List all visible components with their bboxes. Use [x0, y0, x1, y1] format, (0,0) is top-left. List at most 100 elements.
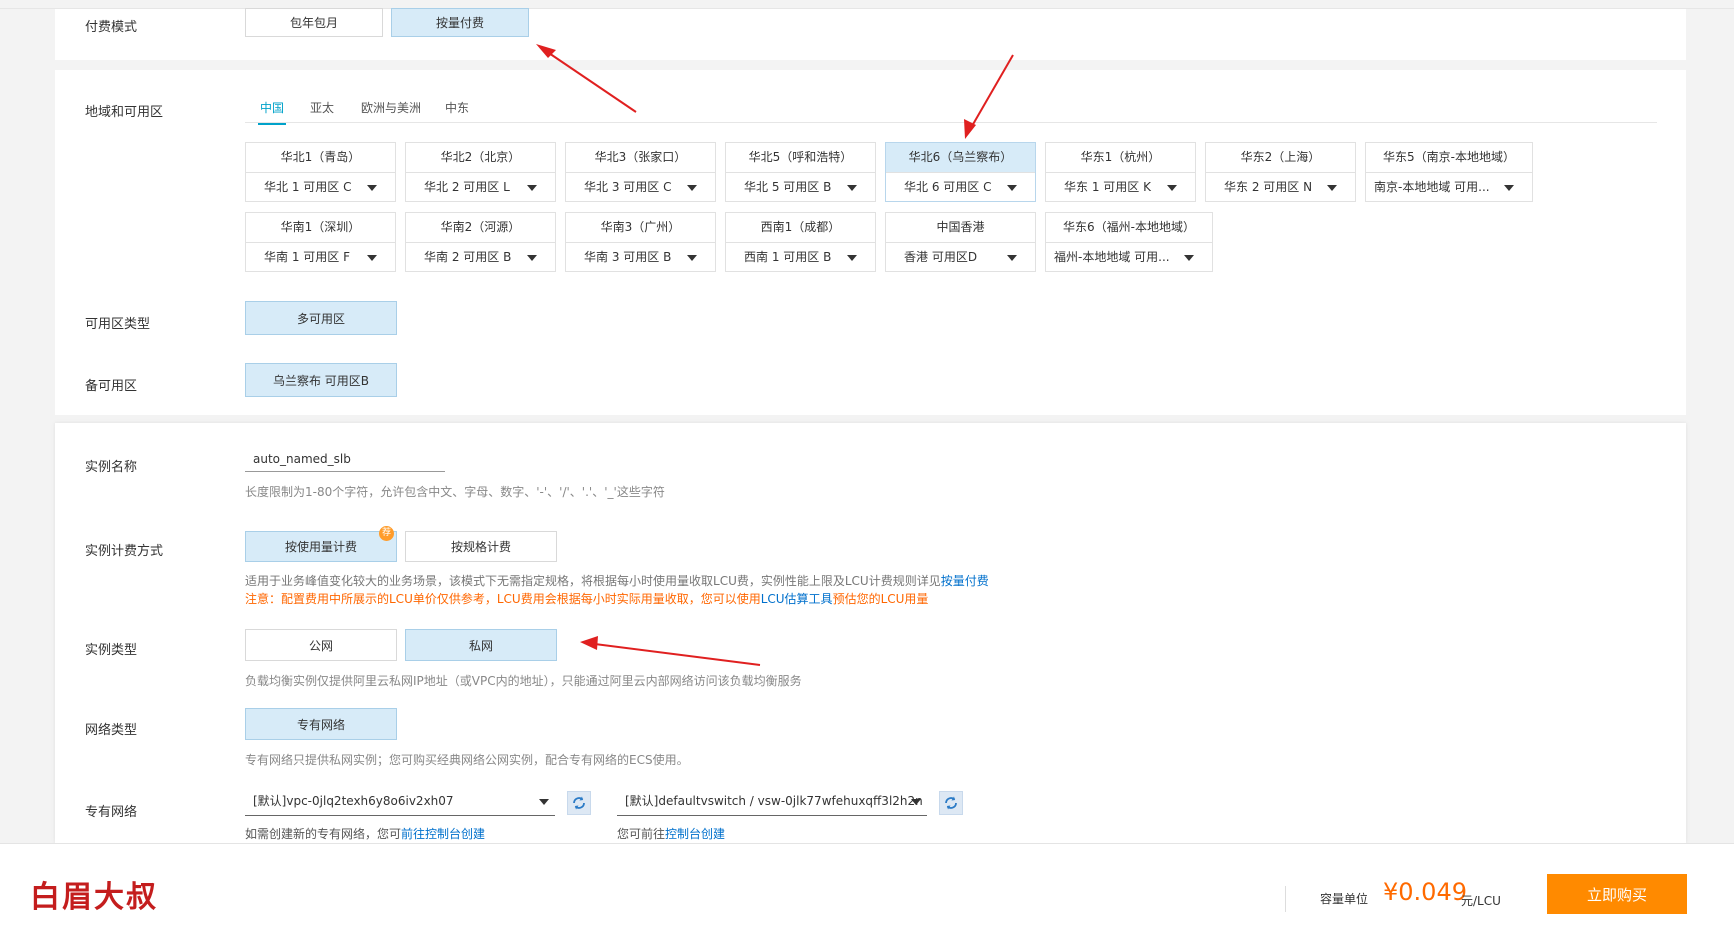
- zone-title[interactable]: 华东6（福州-本地地域）: [1046, 213, 1212, 243]
- network-type-hint: 专有网络只提供私网实例；您可购买经典网络公网实例，配合专有网络的ECS使用。: [245, 753, 689, 767]
- zone-select[interactable]: 华北 5 可用区 B: [726, 173, 875, 202]
- zone-title[interactable]: 华南2（河源）: [406, 213, 555, 243]
- billing-option-pay-as-you-go[interactable]: 按量付费: [391, 8, 529, 37]
- zone-select[interactable]: 华南 2 可用区 B: [406, 243, 555, 272]
- instance-name-label: 实例名称: [85, 460, 138, 475]
- zone-select[interactable]: 华北 1 可用区 C: [246, 173, 395, 202]
- zone-title[interactable]: 华东2（上海）: [1206, 143, 1355, 173]
- price-value: ¥0.049: [1383, 878, 1467, 906]
- tab-middle-east[interactable]: 中东: [445, 99, 469, 116]
- footer-divider: [1285, 886, 1286, 912]
- zone-select-value: 华北 3 可用区 C: [584, 180, 672, 194]
- zone-card-guangzhou[interactable]: 华南3（广州） 华南 3 可用区 B: [565, 212, 716, 272]
- zone-card-beijing[interactable]: 华北2（北京） 华北 2 可用区 L: [405, 142, 556, 202]
- vswitch-select-value: [默认]defaultvswitch / vsw-0jlk77wfehuxqff…: [625, 794, 923, 808]
- zone-title[interactable]: 华北3（张家口）: [566, 143, 715, 173]
- zone-card-huhehaote[interactable]: 华北5（呼和浩特） 华北 5 可用区 B: [725, 142, 876, 202]
- zone-select-value: 华南 1 可用区 F: [264, 250, 350, 264]
- caret-down-icon: [1184, 255, 1194, 261]
- zone-select-value: 西南 1 可用区 B: [744, 250, 832, 264]
- zone-type-option[interactable]: 多可用区: [245, 301, 397, 335]
- zone-select[interactable]: 华东 1 可用区 K: [1046, 173, 1195, 202]
- zone-card-shenzhen[interactable]: 华南1（深圳） 华南 1 可用区 F: [245, 212, 396, 272]
- backup-zone-option[interactable]: 乌兰察布 可用区B: [245, 363, 397, 397]
- zone-title[interactable]: 华东5（南京-本地地域）: [1366, 143, 1532, 173]
- refresh-icon: [573, 796, 585, 810]
- zone-select-value: 华东 2 可用区 N: [1224, 180, 1313, 194]
- capacity-unit-label: 容量单位: [1320, 892, 1369, 906]
- instance-name-hint: 长度限制为1-80个字符，允许包含中文、字母、数字、'-'、'/'、'.'、'_…: [245, 485, 665, 499]
- tab-europe-americas[interactable]: 欧洲与美洲: [361, 99, 421, 116]
- region-label: 地域和可用区: [85, 105, 164, 120]
- billing-mode-section: 付费模式 包年包月 按量付费: [55, 8, 1686, 60]
- pay-as-you-go-link[interactable]: 按量付费: [941, 574, 989, 588]
- caret-down-icon: [539, 799, 549, 805]
- tab-asia-pacific[interactable]: 亚太: [310, 99, 334, 116]
- zone-card-hongkong[interactable]: 中国香港 香港 可用区D: [885, 212, 1036, 272]
- refresh-icon: [945, 796, 957, 810]
- zone-card-zhangjiakou[interactable]: 华北3（张家口） 华北 3 可用区 C: [565, 142, 716, 202]
- billing-mode-label: 付费模式: [85, 20, 138, 35]
- billing-option-subscription[interactable]: 包年包月: [245, 8, 383, 37]
- instance-section: 实例名称 auto_named_slb 长度限制为1-80个字符，允许包含中文、…: [55, 423, 1686, 843]
- zone-card-qingdao[interactable]: 华北1（青岛） 华北 1 可用区 C: [245, 142, 396, 202]
- zone-select-value: 华北 5 可用区 B: [744, 180, 832, 194]
- zone-select-value: 华南 3 可用区 B: [584, 250, 672, 264]
- zone-title[interactable]: 华北6（乌兰察布）: [886, 143, 1035, 173]
- region-section: 地域和可用区 中国 亚太 欧洲与美洲 中东 华北1（青岛） 华北 1 可用区 C…: [55, 70, 1686, 415]
- recommend-badge: 荐: [379, 526, 394, 541]
- zone-card-heyuan[interactable]: 华南2（河源） 华南 2 可用区 B: [405, 212, 556, 272]
- buy-now-button[interactable]: 立即购买: [1547, 874, 1687, 914]
- vpc-hint: 如需创建新的专有网络，您可前往控制台创建: [245, 825, 485, 842]
- create-vpc-link[interactable]: 前往控制台创建: [401, 827, 485, 841]
- zone-title[interactable]: 华北1（青岛）: [246, 143, 395, 173]
- zone-select[interactable]: 华北 3 可用区 C: [566, 173, 715, 202]
- vpc-select-value: [默认]vpc-0jlq2texh6y8o6iv2xh07: [253, 794, 454, 808]
- zone-card-chengdu[interactable]: 西南1（成都） 西南 1 可用区 B: [725, 212, 876, 272]
- billing-warning-text: 注意：配置费用中所展示的LCU单价仅供参考，LCU费用会根据每小时实际用量收取，…: [245, 592, 761, 606]
- instance-name-input[interactable]: auto_named_slb: [245, 448, 445, 472]
- zone-card-fuzhou[interactable]: 华东6（福州-本地地域） 福州-本地地域 可用...: [1045, 212, 1213, 272]
- instance-type-private-button[interactable]: 私网: [405, 629, 557, 661]
- zone-select[interactable]: 华南 3 可用区 B: [566, 243, 715, 272]
- zone-select[interactable]: 华北 2 可用区 L: [406, 173, 555, 202]
- zone-title[interactable]: 西南1（成都）: [726, 213, 875, 243]
- zone-select-value: 福州-本地地域 可用...: [1054, 250, 1170, 264]
- zone-title[interactable]: 华南1（深圳）: [246, 213, 395, 243]
- price-unit: 元/LCU: [1461, 894, 1501, 908]
- zone-select-value: 华东 1 可用区 K: [1064, 180, 1151, 194]
- zone-title[interactable]: 华北5（呼和浩特）: [726, 143, 875, 173]
- billing-by-spec-button[interactable]: 按规格计费: [405, 531, 557, 562]
- instance-type-public-button[interactable]: 公网: [245, 629, 397, 661]
- zone-title[interactable]: 中国香港: [886, 213, 1035, 243]
- lcu-estimator-link[interactable]: LCU估算工具: [761, 592, 833, 606]
- network-type-label: 网络类型: [85, 723, 138, 738]
- create-vswitch-link[interactable]: 控制台创建: [665, 827, 725, 841]
- tab-china[interactable]: 中国: [257, 99, 287, 125]
- zone-select[interactable]: 华东 2 可用区 N: [1206, 173, 1355, 202]
- caret-down-icon: [847, 185, 857, 191]
- zone-title[interactable]: 华南3（广州）: [566, 213, 715, 243]
- vpc-select[interactable]: [默认]vpc-0jlq2texh6y8o6iv2xh07: [245, 788, 555, 816]
- zone-select[interactable]: 香港 可用区D: [886, 243, 1035, 272]
- vpc-refresh-button[interactable]: [567, 791, 591, 815]
- vswitch-select[interactable]: [默认]defaultvswitch / vsw-0jlk77wfehuxqff…: [617, 788, 927, 816]
- zone-select[interactable]: 华北 6 可用区 C: [886, 173, 1035, 202]
- zone-card-shanghai[interactable]: 华东2（上海） 华东 2 可用区 N: [1205, 142, 1356, 202]
- zone-select[interactable]: 华南 1 可用区 F: [246, 243, 395, 272]
- billing-warning: 注意：配置费用中所展示的LCU单价仅供参考，LCU费用会根据每小时实际用量收取，…: [245, 590, 928, 607]
- caret-down-icon: [1504, 185, 1514, 191]
- zone-card-wulanchabu[interactable]: 华北6（乌兰察布） 华北 6 可用区 C: [885, 142, 1036, 202]
- zone-card-hangzhou[interactable]: 华东1（杭州） 华东 1 可用区 K: [1045, 142, 1196, 202]
- zone-select[interactable]: 南京-本地地域 可用...: [1366, 173, 1532, 202]
- vswitch-refresh-button[interactable]: [939, 791, 963, 815]
- brand-logo: 白眉大叔: [30, 880, 158, 915]
- zone-title[interactable]: 华北2（北京）: [406, 143, 555, 173]
- network-type-option[interactable]: 专有网络: [245, 708, 397, 740]
- zone-select[interactable]: 西南 1 可用区 B: [726, 243, 875, 272]
- billing-by-usage-button[interactable]: 按使用量计费: [245, 531, 397, 562]
- zone-title[interactable]: 华东1（杭州）: [1046, 143, 1195, 173]
- zone-select[interactable]: 福州-本地地域 可用...: [1046, 243, 1212, 272]
- zone-card-nanjing[interactable]: 华东5（南京-本地地域） 南京-本地地域 可用...: [1365, 142, 1533, 202]
- caret-down-icon: [367, 255, 377, 261]
